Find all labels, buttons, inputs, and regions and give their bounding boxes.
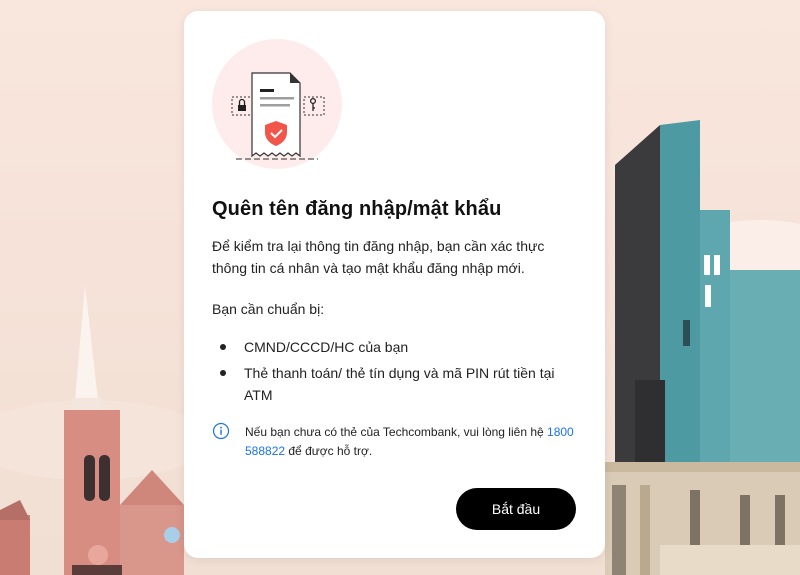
support-note-text: Nếu bạn chưa có thẻ của Techcombank, vui… (245, 423, 585, 461)
info-icon (212, 422, 230, 440)
requirement-item: Thẻ thanh toán/ thẻ tín dụng và mã PIN r… (212, 362, 572, 406)
requirements-list: CMND/CCCD/HC của bạn Thẻ thanh toán/ thẻ… (212, 336, 572, 406)
requirement-text: Thẻ thanh toán/ thẻ tín dụng và mã PIN r… (244, 365, 555, 403)
modal-description: Để kiểm tra lại thông tin đăng nhập, bạn… (212, 238, 545, 276)
document-shield-illustration (212, 39, 342, 169)
requirement-item: CMND/CCCD/HC của bạn (212, 336, 572, 358)
modal-title: Quên tên đăng nhập/mật khẩu (212, 198, 502, 220)
start-button[interactable]: Bắt đầu (456, 488, 576, 530)
forgot-credentials-modal: Quên tên đăng nhập/mật khẩu Để kiểm tra … (184, 11, 605, 558)
requirement-text: CMND/CCCD/HC của bạn (244, 339, 409, 355)
bullet-icon (220, 370, 226, 376)
note-suffix: để được hỗ trợ. (285, 444, 373, 458)
bullet-icon (220, 344, 226, 350)
prepare-heading: Bạn cần chuẩn bị: (212, 301, 325, 317)
note-prefix: Nếu bạn chưa có thẻ của Techcombank, vui… (245, 425, 548, 439)
